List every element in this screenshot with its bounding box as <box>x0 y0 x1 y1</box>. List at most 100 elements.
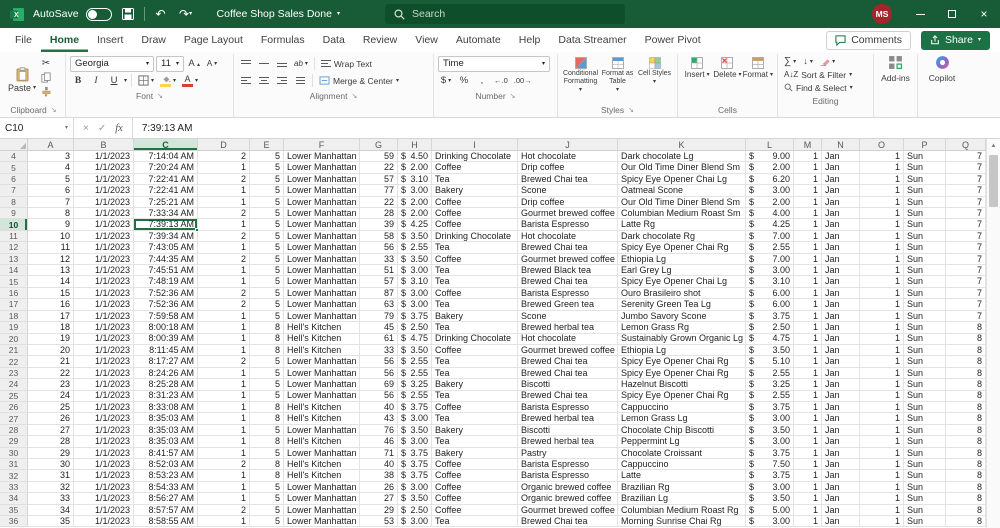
cell-M15[interactable]: 1 <box>794 276 822 287</box>
cell-A21[interactable]: 20 <box>28 345 74 356</box>
cell-F28[interactable]: Lower Manhattan <box>284 425 360 436</box>
cell-G24[interactable]: 69 <box>360 379 398 390</box>
decrease-font-size-button[interactable]: A▾ <box>204 56 220 71</box>
cell-J4[interactable]: Hot chocolate <box>518 151 618 162</box>
cell-M18[interactable]: 1 <box>794 311 822 322</box>
cell-F23[interactable]: Lower Manhattan <box>284 368 360 379</box>
cell-H5[interactable]: $2.00 <box>398 162 432 173</box>
cell-F11[interactable]: Lower Manhattan <box>284 231 360 242</box>
cell-G12[interactable]: 56 <box>360 242 398 253</box>
cell-D27[interactable]: 1 <box>198 413 250 424</box>
cell-O7[interactable]: 1 <box>860 185 904 196</box>
tab-power-pivot[interactable]: Power Pivot <box>636 28 710 52</box>
cell-D4[interactable]: 2 <box>198 151 250 162</box>
cell-O20[interactable]: 1 <box>860 334 904 345</box>
cell-O23[interactable]: 1 <box>860 368 904 379</box>
cell-K25[interactable]: Spicy Eye Opener Chai Rg <box>618 391 746 402</box>
cell-Q21[interactable]: 8 <box>946 345 986 356</box>
cell-H36[interactable]: $3.00 <box>398 516 432 527</box>
cell-A36[interactable]: 35 <box>28 516 74 527</box>
cell-K4[interactable]: Dark chocolate Lg <box>618 151 746 162</box>
tab-insert[interactable]: Insert <box>88 28 132 52</box>
cell-O4[interactable]: 1 <box>860 151 904 162</box>
cell-C29[interactable]: 8:35:03 AM <box>134 436 198 447</box>
save-button[interactable] <box>119 4 137 24</box>
cell-P12[interactable]: Sun <box>904 242 946 253</box>
cell-G31[interactable]: 40 <box>360 459 398 470</box>
cell-L26[interactable]: $3.75 <box>746 402 794 413</box>
row-header-25[interactable]: 25 <box>0 391 28 402</box>
cell-D29[interactable]: 1 <box>198 436 250 447</box>
column-header-O[interactable]: O <box>860 139 904 151</box>
close-button[interactable]: × <box>968 0 1000 28</box>
cell-H28[interactable]: $3.50 <box>398 425 432 436</box>
cell-E18[interactable]: 5 <box>250 311 284 322</box>
cell-N8[interactable]: Jan <box>822 197 860 208</box>
cell-F24[interactable]: Lower Manhattan <box>284 379 360 390</box>
cell-H14[interactable]: $3.00 <box>398 265 432 276</box>
cell-B27[interactable]: 1/1/2023 <box>74 413 134 424</box>
font-family-combo[interactable]: Georgia▾ <box>70 56 154 72</box>
tab-page-layout[interactable]: Page Layout <box>175 28 252 52</box>
row-header-17[interactable]: 17 <box>0 299 28 310</box>
cell-O8[interactable]: 1 <box>860 197 904 208</box>
cell-N14[interactable]: Jan <box>822 265 860 276</box>
cell-A7[interactable]: 6 <box>28 185 74 196</box>
cell-N7[interactable]: Jan <box>822 185 860 196</box>
cell-J27[interactable]: Brewed herbal tea <box>518 413 618 424</box>
cell-M27[interactable]: 1 <box>794 413 822 424</box>
cell-C12[interactable]: 7:43:05 AM <box>134 242 198 253</box>
tab-data-streamer[interactable]: Data Streamer <box>549 28 635 52</box>
clear-button[interactable]: ▾ <box>818 54 837 69</box>
cell-J15[interactable]: Brewed Chai tea <box>518 276 618 287</box>
cell-P11[interactable]: Sun <box>904 231 946 242</box>
cancel-button[interactable]: × <box>83 123 89 134</box>
cell-F25[interactable]: Lower Manhattan <box>284 391 360 402</box>
cell-M35[interactable]: 1 <box>794 505 822 516</box>
cell-N34[interactable]: Jan <box>822 493 860 504</box>
cell-L29[interactable]: $3.00 <box>746 436 794 447</box>
cell-H15[interactable]: $3.10 <box>398 276 432 287</box>
fill-handle[interactable] <box>195 228 199 232</box>
cell-A19[interactable]: 18 <box>28 322 74 333</box>
row-header-15[interactable]: 15 <box>0 276 28 287</box>
cell-B4[interactable]: 1/1/2023 <box>74 151 134 162</box>
cell-E19[interactable]: 8 <box>250 322 284 333</box>
cell-F7[interactable]: Lower Manhattan <box>284 185 360 196</box>
cell-L10[interactable]: $4.25 <box>746 219 794 230</box>
column-header-M[interactable]: M <box>794 139 822 151</box>
cell-H33[interactable]: $3.00 <box>398 482 432 493</box>
autosave-toggle[interactable] <box>86 8 112 21</box>
cell-D19[interactable]: 1 <box>198 322 250 333</box>
cell-P6[interactable]: Sun <box>904 174 946 185</box>
cell-O17[interactable]: 1 <box>860 299 904 310</box>
cell-B23[interactable]: 1/1/2023 <box>74 368 134 379</box>
cell-E16[interactable]: 5 <box>250 288 284 299</box>
column-header-N[interactable]: N <box>822 139 860 151</box>
cell-K12[interactable]: Spicy Eye Opener Chai Rg <box>618 242 746 253</box>
cell-O9[interactable]: 1 <box>860 208 904 219</box>
row-header-26[interactable]: 26 <box>0 402 28 413</box>
cell-J28[interactable]: Biscotti <box>518 425 618 436</box>
cell-G9[interactable]: 28 <box>360 208 398 219</box>
cell-A8[interactable]: 7 <box>28 197 74 208</box>
cell-O5[interactable]: 1 <box>860 162 904 173</box>
minimize-button[interactable] <box>904 0 936 28</box>
tab-review[interactable]: Review <box>354 28 406 52</box>
cell-Q8[interactable]: 7 <box>946 197 986 208</box>
cell-K13[interactable]: Ethiopia Lg <box>618 254 746 265</box>
cell-D35[interactable]: 2 <box>198 505 250 516</box>
cell-N31[interactable]: Jan <box>822 459 860 470</box>
cell-J21[interactable]: Gourmet brewed coffee <box>518 345 618 356</box>
dialog-launcher-icon[interactable]: ↘ <box>628 106 634 114</box>
cell-N35[interactable]: Jan <box>822 505 860 516</box>
cell-K21[interactable]: Ethiopia Lg <box>618 345 746 356</box>
cell-O31[interactable]: 1 <box>860 459 904 470</box>
cell-F27[interactable]: Hell's Kitchen <box>284 413 360 424</box>
cell-O28[interactable]: 1 <box>860 425 904 436</box>
fill-button[interactable]: ↓▾ <box>800 54 816 69</box>
cell-M14[interactable]: 1 <box>794 265 822 276</box>
cell-E23[interactable]: 5 <box>250 368 284 379</box>
cell-E7[interactable]: 5 <box>250 185 284 196</box>
cell-D33[interactable]: 1 <box>198 482 250 493</box>
